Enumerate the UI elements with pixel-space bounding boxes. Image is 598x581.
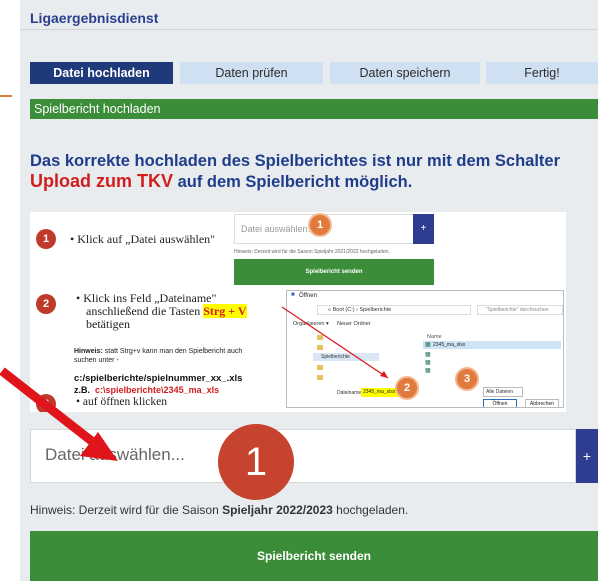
big-arrow-icon bbox=[0, 367, 118, 461]
